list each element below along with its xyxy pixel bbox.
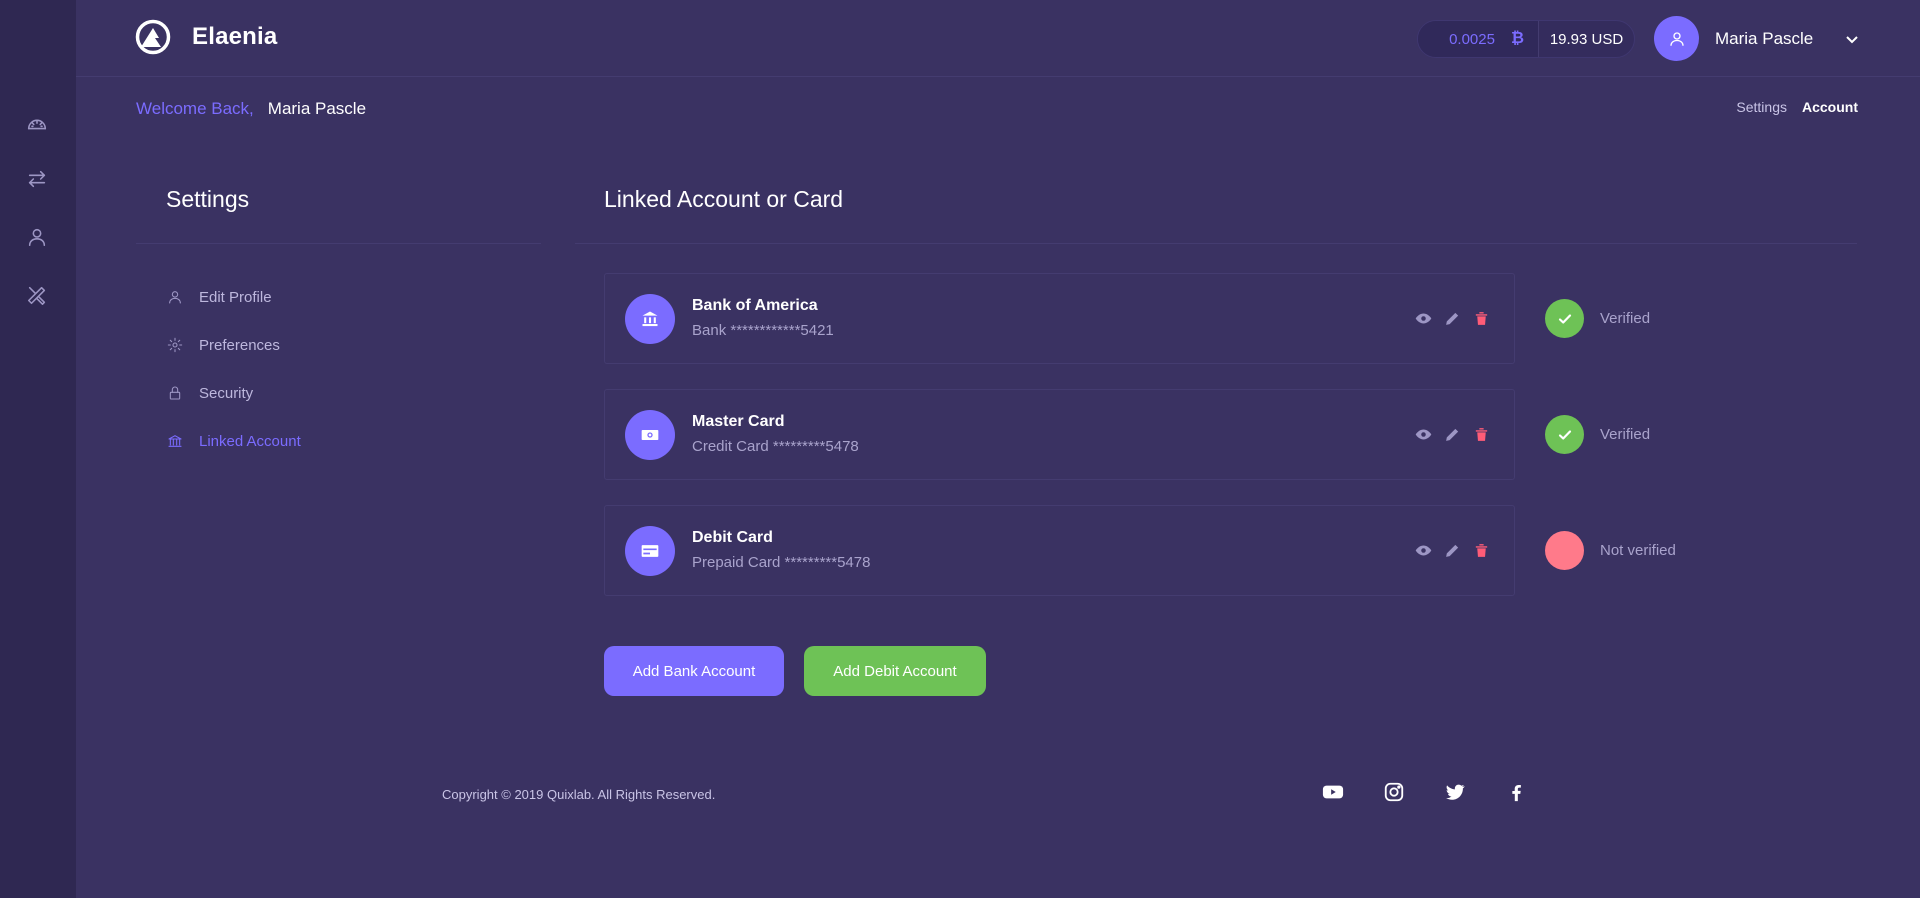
eye-icon[interactable] (1413, 424, 1433, 444)
section-title: Linked Account or Card (604, 186, 844, 212)
balance-widget: 0.0025 ₿ 19.93 USD (1417, 20, 1635, 58)
check-icon (1545, 299, 1584, 338)
chevron-down-icon[interactable] (1845, 32, 1859, 46)
facebook-icon[interactable] (1505, 781, 1527, 803)
menu-item-label: Linked Account (199, 432, 301, 450)
settings-title: Settings (166, 186, 250, 212)
status-text: Not verified (1600, 542, 1676, 559)
account-name: Bank of America (692, 297, 818, 314)
account-name: Master Card (692, 413, 785, 430)
dashboard-icon[interactable] (24, 111, 50, 137)
user-icon (166, 288, 184, 306)
copyright-text: Copyright © 2019 Quixlab. All Rights Res… (442, 787, 716, 802)
exchange-icon[interactable] (24, 166, 50, 192)
account-name: Debit Card (692, 529, 773, 546)
user-menu[interactable]: Maria Pascle (1654, 16, 1859, 61)
bank-icon (625, 294, 675, 344)
account-actions (1413, 424, 1500, 444)
status-text: Verified (1600, 310, 1651, 327)
gear-icon (166, 336, 184, 354)
check-icon (1545, 415, 1584, 454)
divider (575, 243, 1857, 244)
breadcrumb-account: Account (1802, 99, 1858, 115)
welcome-label: Welcome Back, (136, 99, 254, 118)
menu-item-label: Edit Profile (199, 288, 272, 306)
breadcrumb: Settings Account (1736, 99, 1858, 115)
add-bank-account-button[interactable]: Add Bank Account (604, 646, 784, 696)
credit-card-icon (625, 526, 675, 576)
logo[interactable]: Elaenia (135, 19, 277, 55)
account-number: Credit Card *********5478 (692, 438, 859, 455)
menu-item-edit-profile[interactable]: Edit Profile (166, 285, 301, 309)
btc-balance: 0.0025 ₿ (1418, 21, 1538, 57)
trash-icon[interactable] (1471, 308, 1491, 328)
welcome-message: Welcome Back, Maria Pascle (136, 99, 366, 119)
breadcrumb-settings[interactable]: Settings (1736, 99, 1787, 115)
eye-icon[interactable] (1413, 308, 1433, 328)
app-name: Elaenia (192, 23, 278, 50)
money-icon (625, 410, 675, 460)
instagram-icon[interactable] (1383, 781, 1405, 803)
welcome-name: Maria Pascle (267, 99, 367, 118)
tools-icon[interactable] (24, 282, 50, 308)
account-row: Debit Card Prepaid Card *********5478 (604, 505, 1515, 596)
bitcoin-icon: ₿ (1510, 30, 1524, 47)
top-header: Elaenia 0.0025 ₿ 19.93 USD Maria Pascle (76, 0, 1920, 77)
add-debit-account-button[interactable]: Add Debit Account (804, 646, 986, 696)
pencil-icon[interactable] (1442, 540, 1462, 560)
menu-item-security[interactable]: Security (166, 381, 301, 405)
logo-mark-icon (135, 19, 171, 55)
trash-icon[interactable] (1471, 424, 1491, 444)
btc-value: 0.0025 (1449, 30, 1495, 48)
avatar[interactable] (1654, 16, 1699, 61)
usd-balance: 19.93 USD (1538, 21, 1634, 57)
divider (136, 243, 541, 244)
account-number: Prepaid Card *********5478 (692, 554, 871, 571)
status-indicator: Verified (1545, 299, 1650, 338)
status-dot (1545, 531, 1584, 570)
menu-item-preferences[interactable]: Preferences (166, 333, 301, 357)
status-indicator: Verified (1545, 415, 1650, 454)
pencil-icon[interactable] (1442, 424, 1462, 444)
lock-icon (166, 384, 184, 402)
social-links (1322, 781, 1566, 803)
twitter-icon[interactable] (1444, 781, 1466, 803)
user-icon (1669, 31, 1684, 46)
eye-icon[interactable] (1413, 540, 1433, 560)
status-indicator: Not verified (1545, 531, 1676, 570)
menu-item-linked-account[interactable]: Linked Account (166, 429, 301, 453)
user-icon[interactable] (24, 224, 50, 250)
menu-item-label: Security (199, 384, 254, 402)
account-number: Bank ************5421 (692, 322, 834, 339)
sidebar-rail (0, 0, 76, 898)
account-row: Bank of America Bank ************5421 (604, 273, 1515, 364)
trash-icon[interactable] (1471, 540, 1491, 560)
settings-menu: Edit Profile Preferences Security Linked… (166, 285, 301, 477)
bank-icon (166, 432, 184, 450)
user-name[interactable]: Maria Pascle (1715, 29, 1813, 49)
status-text: Verified (1600, 426, 1651, 443)
account-row: Master Card Credit Card *********5478 (604, 389, 1515, 480)
pencil-icon[interactable] (1442, 308, 1462, 328)
menu-item-label: Preferences (199, 336, 280, 354)
account-actions (1413, 308, 1500, 328)
account-actions (1413, 540, 1500, 560)
youtube-icon[interactable] (1322, 781, 1344, 803)
